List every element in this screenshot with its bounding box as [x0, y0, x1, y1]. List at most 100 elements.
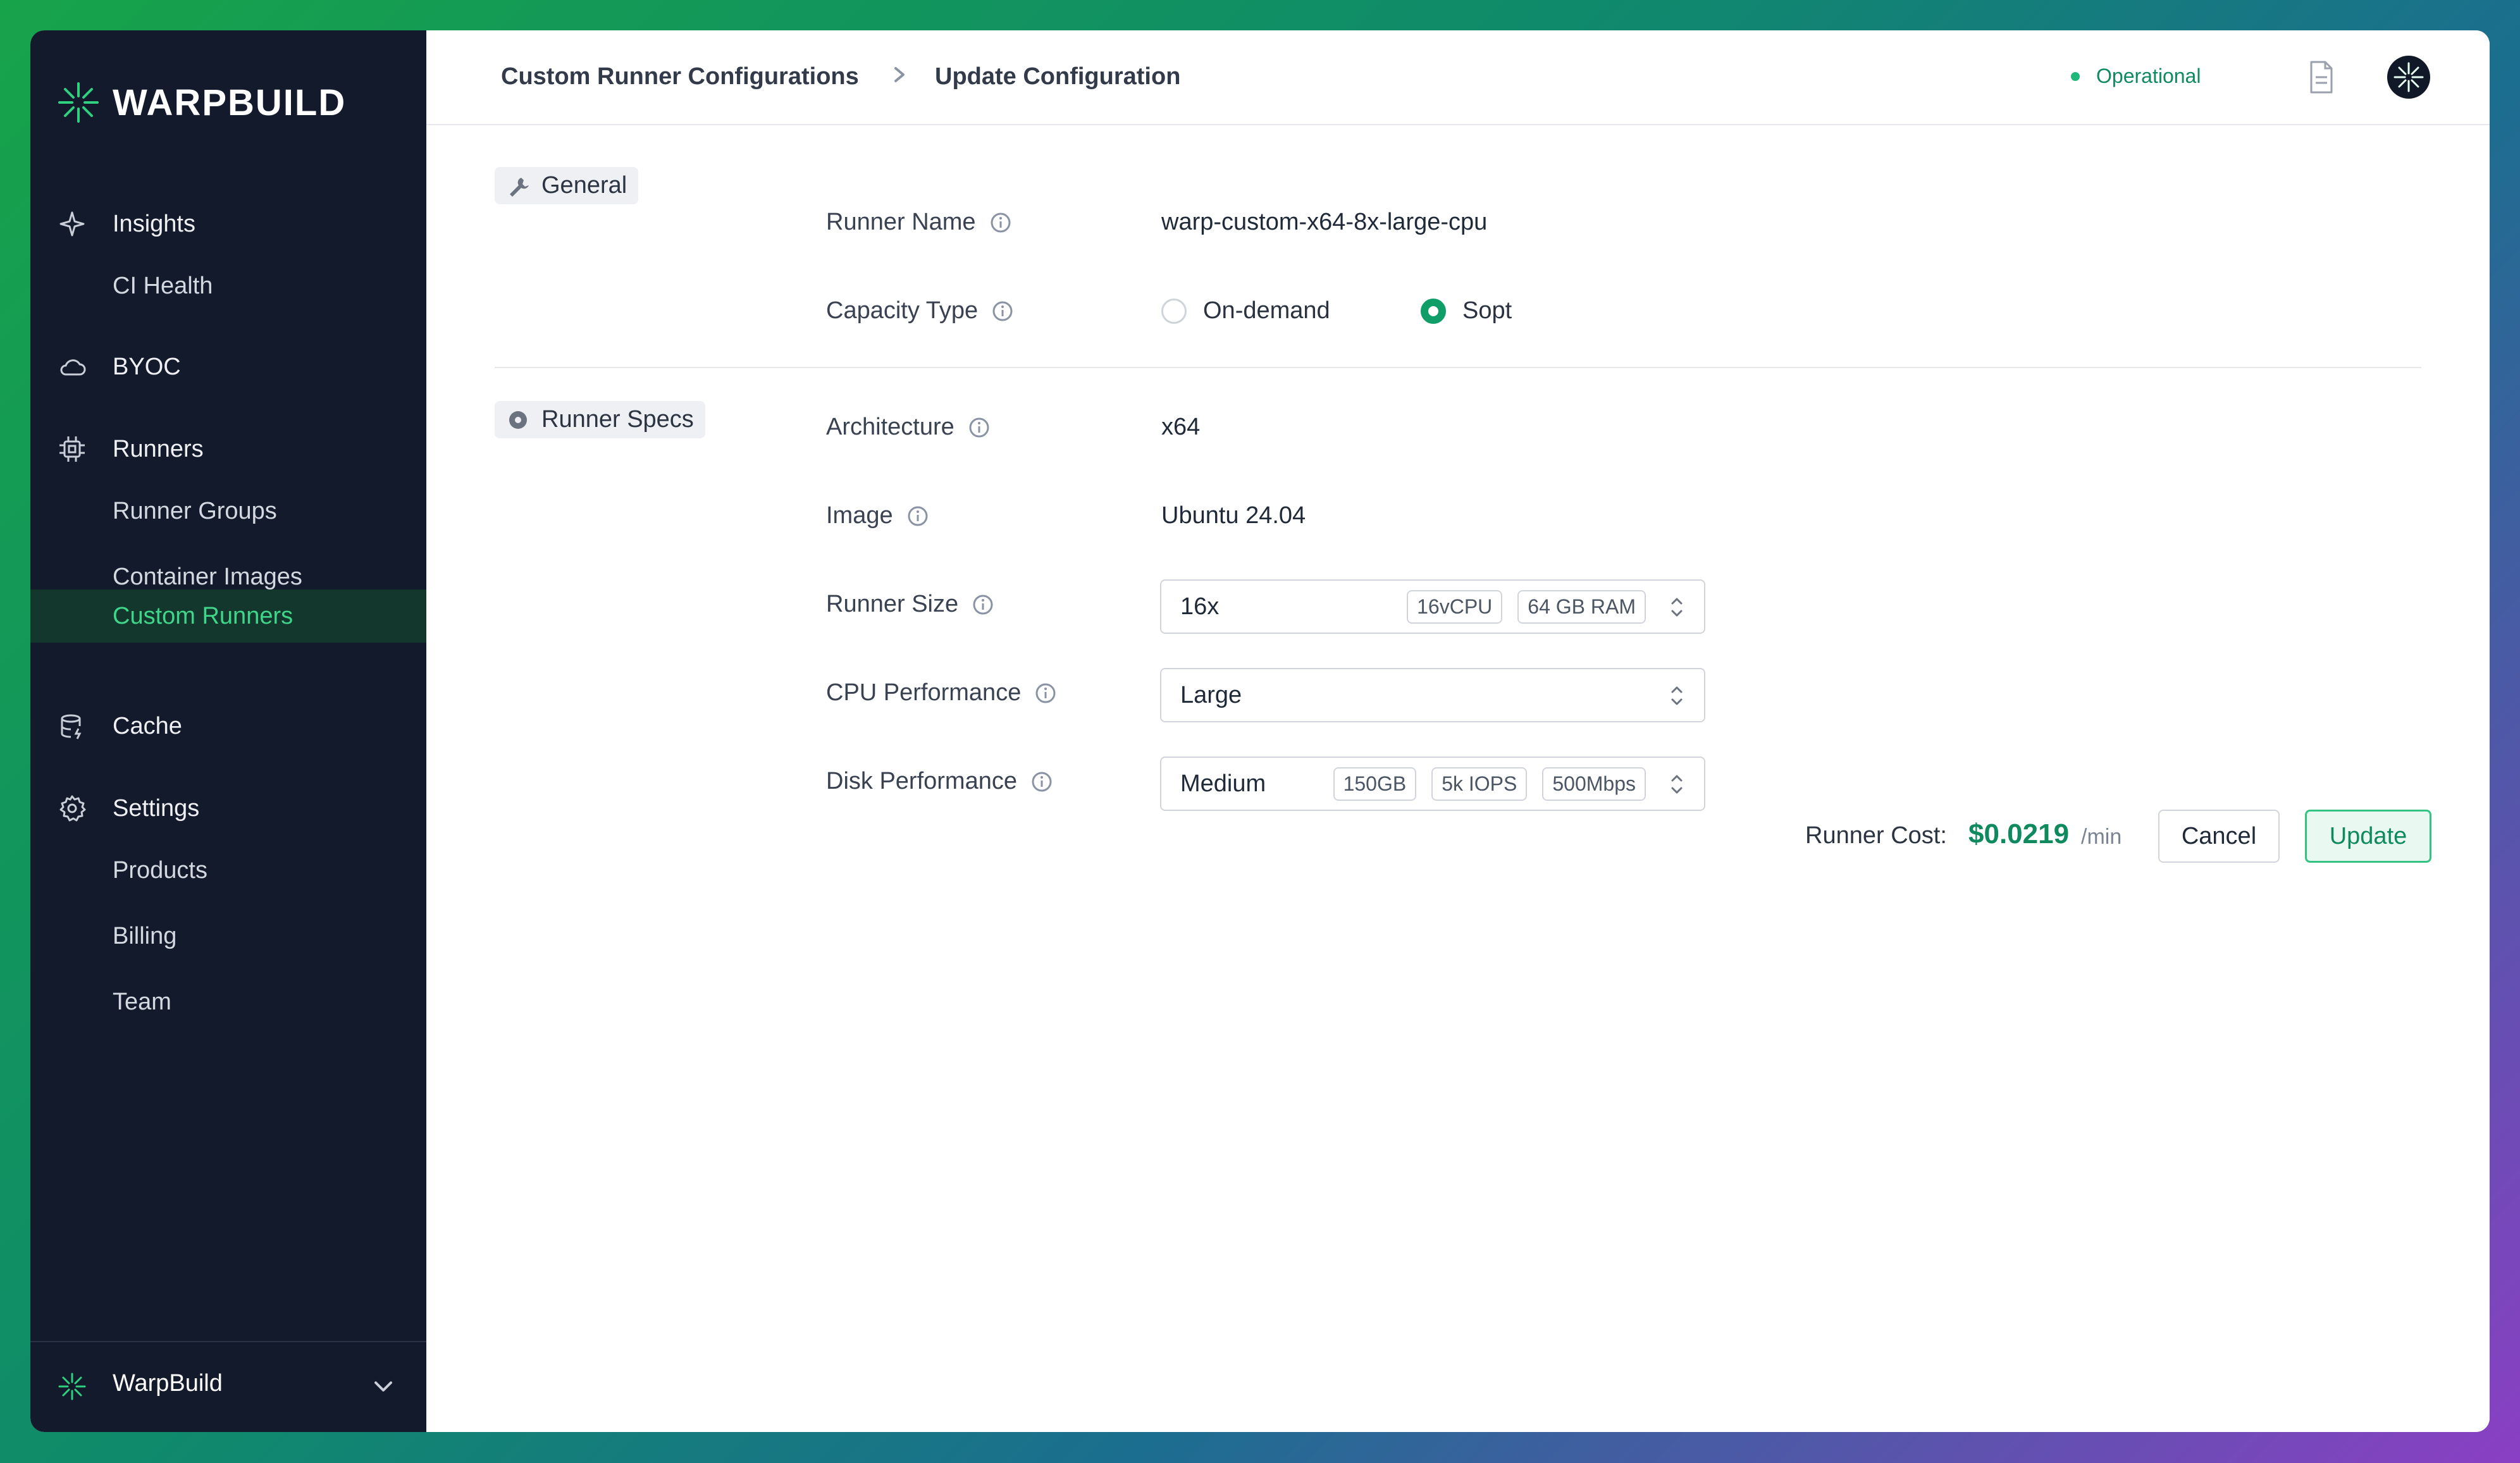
- sidebar-item-settings[interactable]: Settings: [30, 782, 426, 835]
- field-label: Runner Name: [826, 209, 976, 235]
- sidebar-item-label: Insights: [113, 210, 195, 237]
- document-icon[interactable]: [2306, 59, 2337, 95]
- runner-name-label: Runner Name: [826, 209, 1011, 236]
- sidebar-item-label: Custom Runners: [113, 602, 293, 629]
- field-label: Disk Performance: [826, 768, 1017, 794]
- sidebar-item-label: Billing: [113, 922, 177, 949]
- cpu-performance-select[interactable]: Large: [1160, 668, 1705, 722]
- sidebar-item-label: BYOC: [113, 353, 181, 380]
- architecture-label: Architecture: [826, 414, 990, 441]
- iops-chip: 5k IOPS: [1431, 767, 1528, 801]
- sidebar-item-label: CI Health: [113, 272, 213, 299]
- cloud-icon: [60, 359, 86, 376]
- section-tag-label: Runner Specs: [541, 406, 694, 433]
- disk-size-chip: 150GB: [1333, 767, 1417, 801]
- status-text: Operational: [2096, 65, 2201, 87]
- radio-label: Sopt: [1462, 297, 1512, 324]
- disk-performance-label: Disk Performance: [826, 768, 1053, 795]
- chevron-up-down-icon: [1671, 598, 1683, 617]
- field-label: Capacity Type: [826, 297, 979, 324]
- top-bar: Custom Runner Configurations Update Conf…: [426, 30, 2490, 125]
- section-tag-label: General: [541, 172, 627, 199]
- sidebar-item-label: Team: [113, 988, 171, 1015]
- app-window: WARPBUILD Insights CI Health BYOC Runner…: [30, 30, 2490, 1432]
- disk-performance-select[interactable]: Medium 150GB 5k IOPS 500Mbps: [1160, 756, 1705, 811]
- sidebar-item-label: Settings: [113, 794, 200, 822]
- warpbuild-logo-icon: [58, 82, 99, 123]
- org-name: WarpBuild: [113, 1370, 223, 1397]
- sidebar-item-billing[interactable]: Billing: [30, 910, 426, 963]
- chip-group: 16vCPU 64 GB RAM: [1407, 590, 1646, 624]
- chip-group: 150GB 5k IOPS 500Mbps: [1333, 767, 1646, 801]
- architecture-value: x64: [1161, 414, 1201, 440]
- info-icon[interactable]: [1035, 682, 1056, 704]
- sidebar-item-team[interactable]: Team: [30, 975, 426, 1028]
- user-avatar[interactable]: [2387, 56, 2430, 99]
- runner-name-value: warp-custom-x64-8x-large-cpu: [1161, 209, 1488, 235]
- sidebar-item-cache[interactable]: Cache: [30, 700, 426, 753]
- database-icon: [61, 714, 82, 739]
- avatar-logo-icon: [2393, 62, 2424, 92]
- chevron-up-down-icon: [1671, 686, 1683, 705]
- sidebar-item-label: Runner Groups: [113, 497, 277, 524]
- info-icon[interactable]: [907, 505, 929, 527]
- runner-cost-value: $0.0219: [1968, 818, 2070, 849]
- sidebar-item-insights[interactable]: Insights: [30, 197, 426, 250]
- main-content: Custom Runner Configurations Update Conf…: [426, 30, 2490, 1432]
- brand-name: WARPBUILD: [113, 82, 347, 123]
- sidebar-item-label: Runners: [113, 435, 204, 462]
- radio-spot[interactable]: Sopt: [1421, 297, 1512, 324]
- sidebar-item-label: Products: [113, 856, 207, 884]
- info-icon[interactable]: [992, 300, 1013, 322]
- brand-logo[interactable]: WARPBUILD: [56, 80, 346, 125]
- select-value: Medium: [1180, 770, 1266, 797]
- select-value: Large: [1180, 681, 1242, 708]
- breadcrumb-current: Update Configuration: [935, 63, 1181, 90]
- radio-on-demand[interactable]: On-demand: [1161, 297, 1330, 324]
- info-icon[interactable]: [972, 594, 994, 615]
- update-button[interactable]: Update: [2305, 810, 2431, 863]
- chevron-up-down-icon: [1671, 775, 1683, 794]
- status-indicator[interactable]: Operational: [2071, 65, 2201, 88]
- radio-label: On-demand: [1203, 297, 1330, 324]
- runner-cost-unit: /min: [2081, 825, 2122, 849]
- image-value: Ubuntu 24.04: [1161, 502, 1306, 529]
- info-icon[interactable]: [990, 212, 1011, 233]
- sidebar-item-label: Container Images: [113, 563, 302, 590]
- sidebar-item-products[interactable]: Products: [30, 844, 426, 897]
- chevron-down-icon[interactable]: [372, 1378, 395, 1395]
- radio-circle[interactable]: [1161, 298, 1187, 324]
- sparkle-icon: [59, 211, 85, 237]
- info-icon[interactable]: [1031, 771, 1053, 793]
- select-value: 16x: [1180, 593, 1220, 620]
- sidebar-item-label: Cache: [113, 712, 182, 739]
- field-label: Image: [826, 502, 893, 529]
- warpbuild-logo-icon: [58, 1373, 86, 1400]
- ram-chip: 64 GB RAM: [1517, 590, 1646, 624]
- capacity-type-label: Capacity Type: [826, 297, 1013, 324]
- section-tag-runner-specs: Runner Specs: [495, 401, 705, 438]
- sidebar-item-custom-runners[interactable]: Custom Runners: [30, 590, 426, 643]
- sidebar-item-ci-health[interactable]: CI Health: [30, 259, 426, 312]
- sidebar-item-runner-groups[interactable]: Runner Groups: [30, 485, 426, 538]
- sidebar-item-byoc[interactable]: BYOC: [30, 340, 426, 393]
- cpu-performance-label: CPU Performance: [826, 679, 1056, 707]
- section-divider: [495, 367, 2421, 368]
- field-label: Runner Size: [826, 591, 959, 617]
- chevron-right-icon: [894, 67, 905, 82]
- image-label: Image: [826, 502, 929, 529]
- org-switcher[interactable]: WarpBuild: [30, 1341, 426, 1432]
- field-label: CPU Performance: [826, 679, 1022, 706]
- sidebar: WARPBUILD Insights CI Health BYOC Runner…: [30, 30, 426, 1432]
- radio-circle-selected[interactable]: [1421, 298, 1446, 324]
- cancel-button[interactable]: Cancel: [2158, 810, 2280, 863]
- runner-size-select[interactable]: 16x 16vCPU 64 GB RAM: [1160, 579, 1705, 634]
- breadcrumb-link[interactable]: Custom Runner Configurations: [501, 63, 859, 90]
- throughput-chip: 500Mbps: [1542, 767, 1646, 801]
- wrench-icon: [510, 177, 529, 197]
- info-icon[interactable]: [968, 417, 990, 438]
- field-label: Architecture: [826, 414, 954, 440]
- gear-icon: [59, 795, 86, 822]
- cpu-icon: [59, 436, 85, 462]
- sidebar-item-runners[interactable]: Runners: [30, 423, 426, 476]
